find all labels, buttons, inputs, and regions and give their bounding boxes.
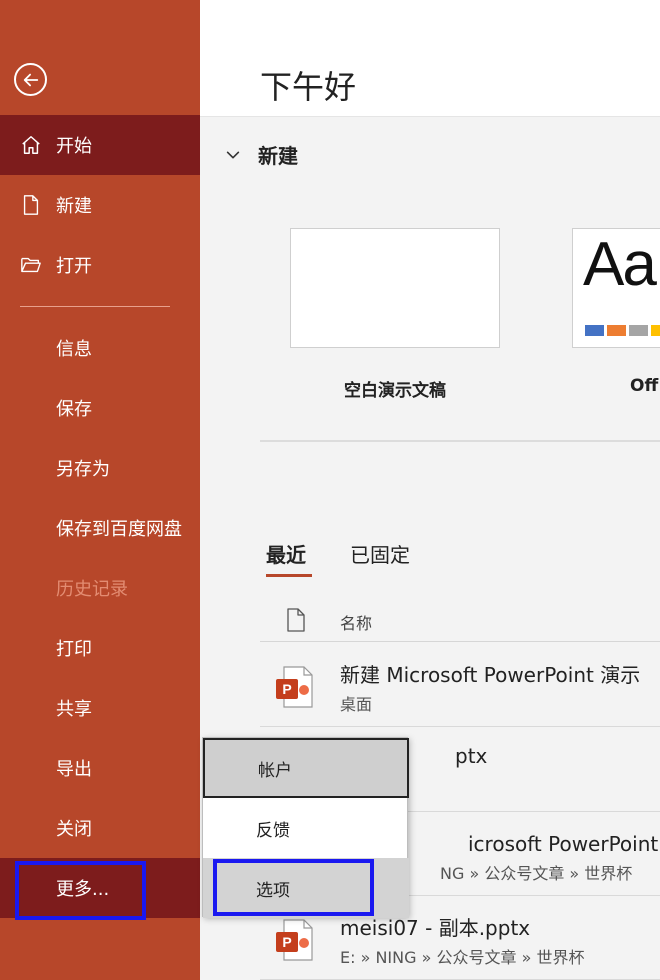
nav-print[interactable]: 打印	[0, 618, 200, 678]
nav-save-label: 保存	[56, 399, 92, 420]
new-section-toggle[interactable]: 新建	[224, 140, 298, 169]
nav-save-to-baidu-label: 保存到百度网盘	[56, 519, 182, 540]
blank-presentation-label: 空白演示文稿	[344, 381, 446, 401]
home-icon	[20, 133, 42, 157]
blank-presentation-template[interactable]	[290, 228, 500, 348]
file-path: E: » NING » 公众号文章 » 世界杯	[340, 948, 585, 967]
back-button[interactable]	[14, 63, 47, 96]
powerpoint-file-icon: P	[276, 666, 313, 708]
swatch	[629, 325, 648, 336]
tab-active-indicator	[266, 574, 312, 577]
swatch	[651, 325, 660, 336]
backstage-sidebar: 开始 新建 打开 信息 保存 另存为 保存到百度网盘 历史记录 打印 共享 导出…	[0, 0, 200, 980]
theme-preview-text: Aa	[583, 230, 657, 299]
file-name: icrosoft PowerPoint 演示	[468, 832, 660, 856]
back-arrow-icon	[23, 73, 38, 86]
new-section-title: 新建	[258, 144, 298, 168]
menu-item-feedback[interactable]: 反馈	[203, 798, 409, 858]
nav-save-as[interactable]: 另存为	[0, 438, 200, 498]
nav-open[interactable]: 打开	[0, 235, 200, 295]
file-list-header: 名称	[260, 600, 660, 642]
file-type-icon	[287, 608, 305, 632]
nav-new[interactable]: 新建	[0, 175, 200, 235]
menu-item-feedback-label: 反馈	[256, 820, 290, 841]
more-popup-menu: 帐户 反馈 选项	[202, 737, 409, 918]
nav-save-to-baidu[interactable]: 保存到百度网盘	[0, 498, 200, 558]
svg-text:P: P	[282, 681, 291, 697]
nav-new-label: 新建	[56, 196, 92, 217]
section-divider	[260, 440, 660, 442]
file-name: ptx	[455, 744, 488, 768]
menu-item-options[interactable]: 选项	[203, 858, 409, 918]
nav-info-label: 信息	[56, 339, 92, 360]
swatch	[585, 325, 604, 336]
office-theme-label: Off	[630, 376, 659, 396]
nav-history: 历史记录	[0, 558, 200, 618]
file-path: NG » 公众号文章 » 世界杯	[440, 864, 633, 883]
office-theme-template[interactable]: Aa	[572, 228, 660, 348]
file-path: 桌面	[340, 695, 373, 714]
sidebar-divider	[20, 306, 170, 307]
nav-more-label: 更多...	[56, 879, 110, 900]
nav-share[interactable]: 共享	[0, 678, 200, 738]
tab-pinned[interactable]: 已固定	[350, 539, 410, 568]
nav-info[interactable]: 信息	[0, 318, 200, 378]
open-folder-icon	[20, 253, 42, 277]
nav-home-label: 开始	[56, 136, 92, 157]
nav-share-label: 共享	[56, 699, 92, 720]
nav-save[interactable]: 保存	[0, 378, 200, 438]
nav-save-as-label: 另存为	[56, 459, 110, 480]
nav-more[interactable]: 更多...	[0, 858, 200, 918]
tab-recent[interactable]: 最近	[266, 539, 306, 568]
menu-item-account[interactable]: 帐户	[203, 738, 409, 798]
nav-home[interactable]: 开始	[0, 115, 200, 175]
new-document-icon	[20, 193, 42, 217]
header: 下午好	[200, 0, 660, 117]
nav-close-label: 关闭	[56, 819, 92, 840]
theme-color-swatches	[585, 325, 660, 336]
nav-open-label: 打开	[56, 256, 92, 277]
nav-print-label: 打印	[56, 639, 92, 660]
column-name-header[interactable]: 名称	[340, 610, 372, 634]
svg-text:P: P	[282, 934, 291, 950]
powerpoint-file-icon: P	[276, 919, 313, 961]
nav-close[interactable]: 关闭	[0, 798, 200, 858]
menu-item-options-label: 选项	[256, 880, 290, 901]
greeting-title: 下午好	[260, 68, 357, 106]
menu-item-account-label: 帐户	[258, 760, 292, 781]
nav-history-label: 历史记录	[56, 579, 128, 600]
swatch	[607, 325, 626, 336]
recent-file-row[interactable]: P 新建 Microsoft PowerPoint 演示 桌面	[260, 643, 660, 727]
nav-export-label: 导出	[56, 759, 92, 780]
nav-export[interactable]: 导出	[0, 738, 200, 798]
chevron-down-icon	[226, 150, 240, 159]
file-name: 新建 Microsoft PowerPoint 演示	[340, 663, 641, 687]
